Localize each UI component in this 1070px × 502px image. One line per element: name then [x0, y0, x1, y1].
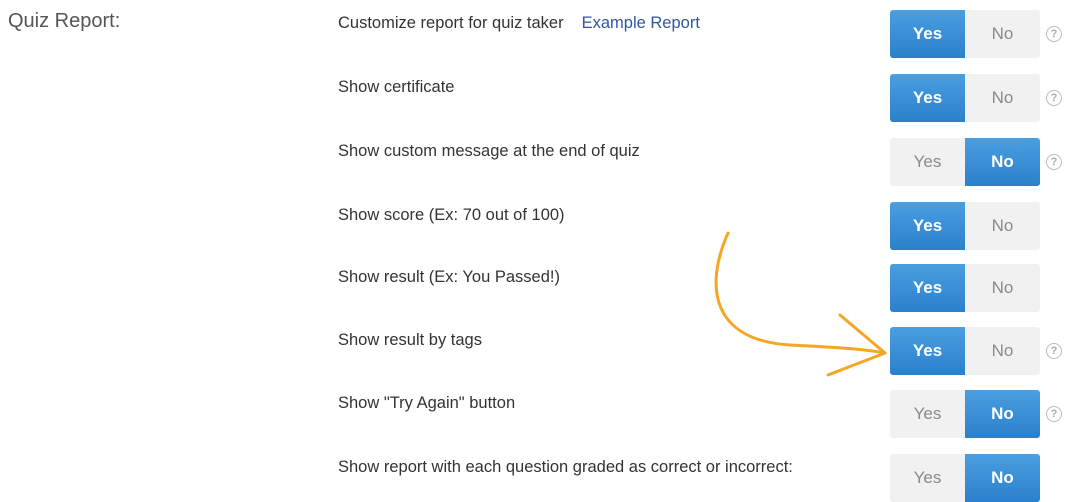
setting-row: Show score (Ex: 70 out of 100) Yes No	[338, 202, 1058, 250]
help-icon[interactable]: ?	[1046, 90, 1062, 106]
no-option-button[interactable]: No	[965, 327, 1040, 375]
help-icon[interactable]: ?	[1046, 154, 1062, 170]
setting-row: Show report with each question graded as…	[338, 454, 1058, 502]
setting-label: Show custom message at the end of quiz	[338, 142, 640, 161]
help-icon[interactable]: ?	[1046, 343, 1062, 359]
setting-row: Show certificate Yes No?	[338, 74, 1062, 122]
setting-label-text: Show custom message at the end of quiz	[338, 142, 640, 160]
yes-option-button[interactable]: Yes	[890, 74, 965, 122]
yes-option-button[interactable]: Yes	[890, 202, 965, 250]
setting-label-text: Show certificate	[338, 78, 455, 96]
yes-no-toggle: Yes No	[890, 454, 1040, 502]
no-option-button[interactable]: No	[965, 10, 1040, 58]
help-icon[interactable]: ?	[1046, 26, 1062, 42]
no-option-button[interactable]: No	[965, 454, 1040, 502]
yes-no-toggle: Yes No	[890, 74, 1040, 122]
no-option-button[interactable]: No	[965, 390, 1040, 438]
setting-label: Show result by tags	[338, 331, 482, 350]
setting-label-text: Show "Try Again" button	[338, 394, 516, 412]
section-title: Quiz Report:	[8, 10, 121, 32]
no-option-button[interactable]: No	[965, 202, 1040, 250]
setting-label-text: Show report with each question graded as…	[338, 458, 793, 476]
setting-label: Customize report for quiz taker Example R…	[338, 14, 700, 33]
yes-no-toggle: Yes No	[890, 138, 1040, 186]
yes-option-button[interactable]: Yes	[890, 390, 965, 438]
yes-option-button[interactable]: Yes	[890, 454, 965, 502]
yes-option-button[interactable]: Yes	[890, 264, 965, 312]
no-option-button[interactable]: No	[965, 264, 1040, 312]
yes-no-toggle: Yes No	[890, 202, 1040, 250]
yes-no-toggle: Yes No	[890, 390, 1040, 438]
yes-no-toggle: Yes No	[890, 10, 1040, 58]
yes-option-button[interactable]: Yes	[890, 327, 965, 375]
setting-row: Show custom message at the end of quiz Ye…	[338, 138, 1062, 186]
setting-row: Show result by tags Yes No?	[338, 327, 1062, 375]
setting-label: Show report with each question graded as…	[338, 458, 793, 477]
yes-no-toggle: Yes No	[890, 264, 1040, 312]
setting-label: Show result (Ex: You Passed!)	[338, 268, 560, 287]
setting-row: Show result (Ex: You Passed!) Yes No	[338, 264, 1058, 312]
yes-option-button[interactable]: Yes	[890, 10, 965, 58]
setting-label-text: Show score (Ex: 70 out of 100)	[338, 206, 565, 224]
setting-row: Show "Try Again" button Yes No?	[338, 390, 1062, 438]
setting-row: Customize report for quiz taker Example R…	[338, 10, 1062, 58]
yes-no-toggle: Yes No	[890, 327, 1040, 375]
yes-option-button[interactable]: Yes	[890, 138, 965, 186]
no-option-button[interactable]: No	[965, 74, 1040, 122]
setting-label: Show "Try Again" button	[338, 394, 515, 413]
help-icon[interactable]: ?	[1046, 406, 1062, 422]
setting-label-text: Show result (Ex: You Passed!)	[338, 268, 560, 286]
setting-label: Show certificate	[338, 78, 454, 97]
setting-label-text: Customize report for quiz taker	[338, 14, 564, 32]
setting-label-text: Show result by tags	[338, 331, 482, 349]
example-report-link[interactable]: Example Report	[582, 14, 700, 32]
setting-label: Show score (Ex: 70 out of 100)	[338, 206, 565, 225]
no-option-button[interactable]: No	[965, 138, 1040, 186]
